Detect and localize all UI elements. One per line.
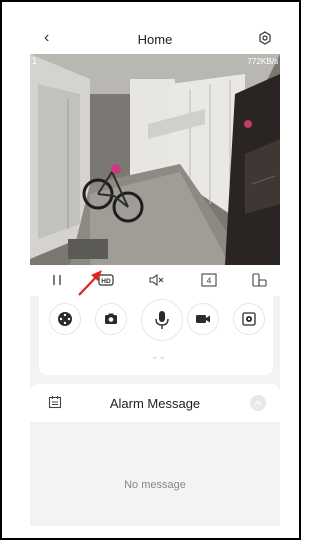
screenshot-frame: ‹ Home 1 772KB/s HD 4 ⌄⌄ Alarm Message N… [0,0,301,540]
annotation-arrow [78,270,102,296]
